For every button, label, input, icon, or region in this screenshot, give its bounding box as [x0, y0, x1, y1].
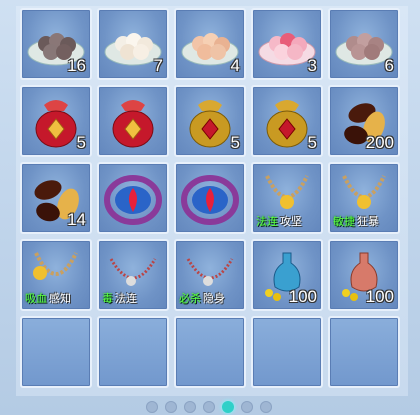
inventory-slot[interactable]: 5 — [174, 85, 246, 157]
inventory-slot[interactable]: 5 — [20, 85, 92, 157]
inventory-slot[interactable]: 吸血 感知 — [20, 239, 92, 311]
page-dot[interactable] — [184, 401, 196, 413]
slot-quantity: 5 — [230, 133, 240, 152]
tag-secondary: 隐身 — [203, 292, 225, 305]
slot-quantity: 14 — [67, 210, 86, 229]
inventory-slot-empty[interactable] — [174, 316, 246, 388]
item-tags: 敏捷 狂暴 — [333, 213, 379, 229]
inventory-slot[interactable]: 4 — [174, 8, 246, 80]
inventory-slot-empty[interactable] — [328, 316, 400, 388]
tag-secondary: 攻坚 — [280, 215, 302, 228]
tag-primary: 必杀 — [179, 292, 201, 305]
slot-quantity: 16 — [67, 56, 86, 75]
page-dot[interactable] — [203, 401, 215, 413]
flame-crest-icon — [181, 175, 239, 225]
flame-crest-icon — [104, 175, 162, 225]
inventory-slot-empty[interactable] — [251, 316, 323, 388]
item-tags: 吸血 感知 — [25, 290, 71, 306]
inventory-slot[interactable]: 法连 攻坚 — [251, 162, 323, 234]
slot-quantity: 100 — [288, 287, 317, 306]
inventory-slot[interactable] — [174, 162, 246, 234]
page-dot[interactable] — [146, 401, 158, 413]
red-pouch-icon — [112, 100, 154, 148]
inventory-slot-empty[interactable] — [20, 316, 92, 388]
slot-quantity: 3 — [307, 56, 317, 75]
inventory-slot[interactable]: 3 — [251, 8, 323, 80]
inventory-slot[interactable]: 200 — [328, 85, 400, 157]
slot-quantity: 200 — [365, 133, 394, 152]
tag-primary: 法连 — [256, 215, 278, 228]
tag-primary: 毒 — [102, 292, 113, 305]
inventory-slot[interactable]: 100 — [328, 239, 400, 311]
tag-primary: 吸血 — [25, 292, 47, 305]
page-dot[interactable] — [260, 401, 272, 413]
inventory-slot[interactable]: 14 — [20, 162, 92, 234]
item-tags: 必杀 隐身 — [179, 290, 225, 306]
inventory-slot[interactable]: 敏捷 狂暴 — [328, 162, 400, 234]
tag-secondary: 感知 — [49, 292, 71, 305]
tag-secondary: 法连 — [115, 292, 137, 305]
inventory-slot[interactable]: 必杀 隐身 — [174, 239, 246, 311]
inventory-slot-empty[interactable] — [97, 316, 169, 388]
tag-primary: 敏捷 — [333, 215, 355, 228]
inventory-slot[interactable]: 6 — [328, 8, 400, 80]
inventory-slot[interactable] — [97, 85, 169, 157]
slot-quantity: 100 — [365, 287, 394, 306]
item-tags: 法连 攻坚 — [256, 213, 302, 229]
slot-quantity: 5 — [76, 133, 86, 152]
slot-quantity: 7 — [153, 56, 163, 75]
slot-quantity: 6 — [384, 56, 394, 75]
inventory-slot[interactable]: 毒法连 — [97, 239, 169, 311]
tag-secondary: 狂暴 — [357, 215, 379, 228]
page-indicator — [146, 401, 272, 413]
inventory-slot[interactable]: 100 — [251, 239, 323, 311]
inventory-slot[interactable]: 5 — [251, 85, 323, 157]
inventory-slot[interactable]: 7 — [97, 8, 169, 80]
slot-quantity: 5 — [307, 133, 317, 152]
page-dot[interactable] — [241, 401, 253, 413]
inventory-slot[interactable] — [97, 162, 169, 234]
item-tags: 毒法连 — [102, 290, 137, 306]
inventory-slot[interactable]: 16 — [20, 8, 92, 80]
page-dot[interactable] — [165, 401, 177, 413]
slot-quantity: 4 — [230, 56, 240, 75]
page-dot[interactable] — [222, 401, 234, 413]
inventory-grid: 16 7 4 3 6 5 5 5 200 14 法连 攻坚 敏捷 狂暴 吸血 感… — [20, 8, 400, 388]
